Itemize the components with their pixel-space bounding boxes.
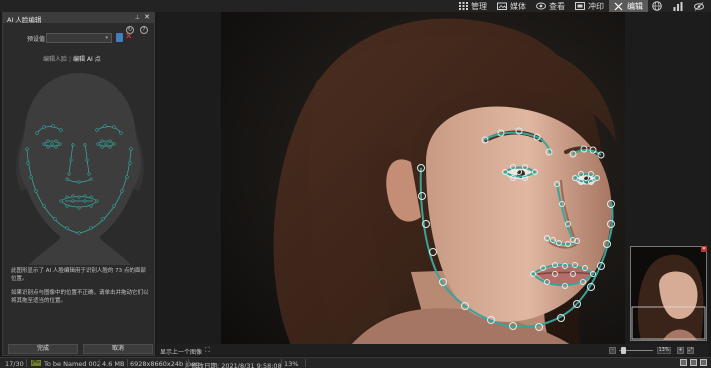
zoom-slider-handle[interactable] (621, 347, 626, 354)
eye-icon (536, 2, 546, 11)
divider (305, 359, 306, 367)
zoom-out-button[interactable]: - (609, 347, 616, 354)
save-preset-icon[interactable] (116, 33, 123, 42)
pin-icon[interactable]: ⊥ (135, 14, 140, 21)
globe-icon (652, 1, 662, 11)
edit-icon (614, 2, 624, 11)
panel-header: AI 人脸编辑 ⊥ ✕ (3, 13, 154, 24)
face-edit-panel: AI 人脸编辑 ⊥ ✕ ↻ ? 预设值 ▾ ✕ 编辑人脸 | 编辑 AI 点 此… (2, 12, 155, 356)
delete-preset-icon[interactable]: ✕ (125, 32, 133, 42)
globe-button[interactable] (648, 0, 669, 12)
done-button[interactable]: 完成 (8, 344, 78, 354)
divider (26, 359, 27, 367)
mode-view-label: 查看 (549, 1, 565, 11)
zoom-value-field[interactable]: 13% (657, 347, 671, 354)
face-landmark-diagram (11, 67, 148, 265)
preset-label: 预设值 (27, 36, 46, 43)
expand-icon[interactable]: ⛶ (205, 346, 210, 355)
edit-mode-toggle: 编辑人脸 | 编辑 AI 点 (43, 54, 101, 63)
mode-manage[interactable]: 管理 (453, 0, 492, 12)
divider (127, 359, 128, 367)
close-icon[interactable]: ✕ (144, 13, 150, 21)
tab-separator: | (69, 56, 72, 63)
panel-title: AI 人脸编辑 (7, 16, 42, 24)
develop-icon (575, 2, 585, 11)
stats-button[interactable] (669, 0, 690, 12)
file-size: 4.6 MB (102, 360, 125, 368)
navigator-thumbnail[interactable]: ✕ (630, 246, 707, 341)
mode-view[interactable]: 查看 (531, 0, 570, 12)
mode-media[interactable]: 媒体 (492, 0, 531, 12)
file-name: To be Named 002 (44, 360, 101, 368)
mode-edit[interactable]: 编辑 (609, 0, 648, 12)
mode-edit-label: 编辑 (627, 1, 643, 11)
zoom-in-button[interactable]: + (677, 347, 684, 354)
cancel-button[interactable]: 取消 (83, 344, 153, 354)
preset-dropdown[interactable]: ▾ (46, 33, 112, 43)
status-bar: 17/30 JPG To be Named 002 4.6 MB 6928x86… (0, 357, 711, 368)
mode-switcher: 管理 媒体 查看 冲印 编辑 (453, 0, 711, 12)
portrait-photo[interactable] (221, 12, 625, 345)
compare-icon[interactable] (690, 359, 697, 366)
chevron-down-icon: ▾ (105, 35, 108, 41)
top-mode-bar: 管理 媒体 查看 冲印 编辑 (0, 0, 711, 12)
instructions-line-1: 此图形显示了 AI 人脸编辑用于识别人脸的 73 点的面部位置。 (11, 268, 146, 282)
mode-media-label: 媒体 (510, 1, 526, 11)
layout-icon[interactable] (680, 359, 687, 366)
instructions-text: 此图形显示了 AI 人脸编辑用于识别人脸的 73 点的面部位置。 如果识别点与图… (11, 267, 151, 311)
divider (99, 359, 100, 367)
show-previous-image-button[interactable]: 显示上一个图像 (160, 347, 202, 356)
fullscreen-icon[interactable] (700, 359, 707, 366)
media-icon (497, 2, 507, 11)
tab-edit-ai-points[interactable]: 编辑 AI 点 (73, 56, 101, 63)
visibility-icon (694, 1, 704, 11)
zoom-control: - 13% + ⤢ (607, 347, 702, 354)
divider (281, 359, 282, 367)
fit-to-window-icon[interactable]: ⤢ (687, 347, 694, 354)
mode-develop-label: 冲印 (588, 1, 604, 11)
navigator-close-icon[interactable]: ✕ (701, 246, 707, 252)
file-type-badge: JPG (31, 360, 41, 366)
image-index: 17/30 (5, 360, 24, 368)
instructions-line-2: 如果识别点与图像中的位置不正确，请单击并拖动它们以将其拖至适当的位置。 (11, 290, 149, 304)
image-viewer[interactable] (157, 12, 709, 345)
mode-develop[interactable]: 冲印 (570, 0, 609, 12)
tab-edit-face[interactable]: 编辑人脸 (43, 56, 67, 63)
grid-icon (458, 2, 468, 11)
divider (188, 359, 189, 367)
status-icons (680, 359, 707, 366)
stats-icon (673, 1, 683, 11)
mode-manage-label: 管理 (471, 1, 487, 11)
help-icon[interactable]: ? (140, 26, 148, 34)
viewer-toolbar: 显示上一个图像 ⛶ - 13% + ⤢ (157, 344, 709, 356)
zoom-readout: 13% (284, 360, 299, 368)
modified-date: 修改日期: 2021/8/31 9:58:08 (191, 362, 282, 368)
visibility-button[interactable] (690, 0, 711, 12)
